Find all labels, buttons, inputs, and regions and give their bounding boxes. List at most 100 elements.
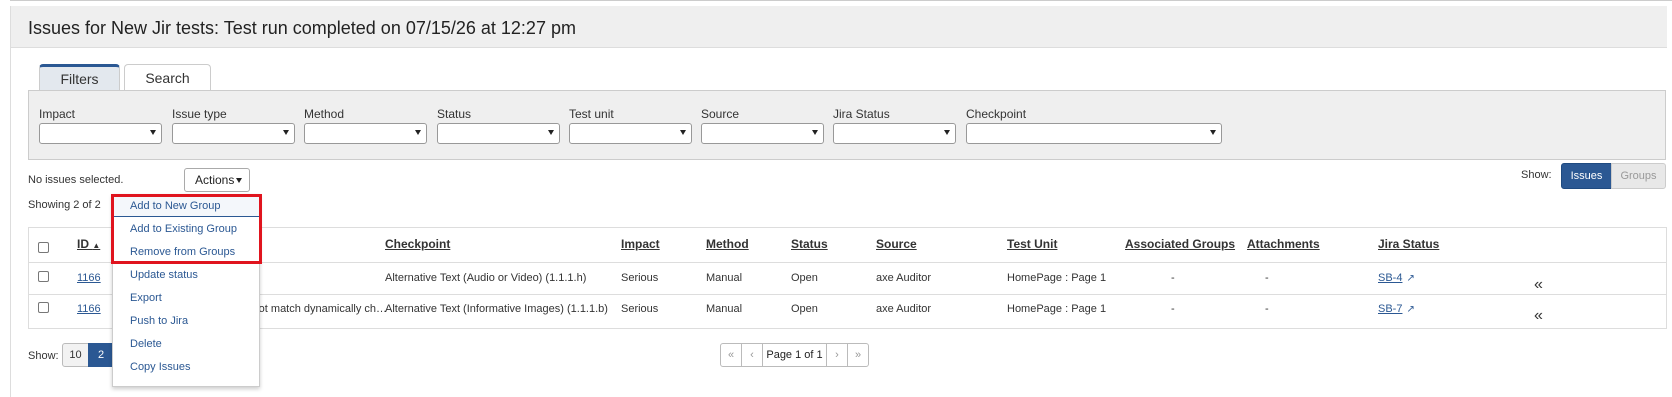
- menu-item-export[interactable]: Export: [113, 287, 259, 309]
- issue-test-unit: HomePage : Page 1: [1007, 303, 1107, 315]
- column-header-impact[interactable]: Impact: [621, 237, 660, 251]
- column-header-associated-groups[interactable]: Associated Groups: [1125, 237, 1235, 251]
- dropdown-caret-icon: [236, 178, 242, 183]
- page-size-10[interactable]: 10: [62, 343, 89, 367]
- issue-status: Open: [791, 303, 818, 315]
- issue-source: axe Auditor: [876, 303, 932, 315]
- actions-button-label: Actions: [195, 173, 235, 187]
- header-divider: [29, 262, 1666, 263]
- menu-item-delete[interactable]: Delete: [113, 333, 259, 355]
- last-page-button[interactable]: »: [847, 343, 869, 367]
- filter-label-method: Method: [304, 107, 345, 121]
- select-all-checkbox[interactable]: [38, 242, 49, 253]
- view-toggle-label: Show:: [1521, 169, 1552, 181]
- issue-description: s not match dynamically ch…: [244, 303, 388, 315]
- dropdown-caret-icon: [150, 130, 156, 135]
- collapse-row-icon[interactable]: «: [1534, 307, 1543, 325]
- filter-select-method[interactable]: [304, 123, 427, 144]
- dropdown-caret-icon: [1210, 130, 1216, 135]
- dropdown-caret-icon: [680, 130, 686, 135]
- tab-search[interactable]: Search: [124, 64, 211, 91]
- dropdown-caret-icon: [415, 130, 421, 135]
- column-header-status[interactable]: Status: [791, 237, 828, 251]
- filter-label-source: Source: [701, 107, 740, 121]
- issue-impact: Serious: [621, 303, 659, 315]
- menu-item-add-to-new-group[interactable]: Add to New Group: [113, 195, 259, 217]
- row-checkbox[interactable]: [38, 271, 49, 282]
- view-toggle-issues[interactable]: Issues: [1561, 163, 1612, 189]
- menu-item-remove-from-groups[interactable]: Remove from Groups: [113, 241, 259, 263]
- column-header-id[interactable]: ID ▲: [77, 237, 100, 251]
- dropdown-caret-icon: [812, 130, 818, 135]
- filter-label-impact: Impact: [39, 107, 76, 121]
- issue-id-link[interactable]: 1166: [77, 303, 101, 315]
- actions-menu: Add to New Group Add to Existing Group R…: [112, 194, 260, 387]
- filter-label-status: Status: [437, 107, 472, 121]
- first-page-button[interactable]: «: [720, 343, 742, 367]
- external-link-icon: ↗: [1406, 304, 1415, 315]
- issue-test-unit: HomePage : Page 1: [1007, 272, 1107, 284]
- column-header-source[interactable]: Source: [876, 237, 917, 251]
- tab-filters[interactable]: Filters: [39, 64, 120, 91]
- filter-select-impact[interactable]: [39, 123, 162, 144]
- jira-link[interactable]: SB-7 ↗: [1378, 303, 1415, 315]
- filter-label-jira-status: Jira Status: [833, 107, 890, 121]
- page-size-label: Show:: [28, 350, 59, 362]
- issue-method: Manual: [706, 272, 743, 284]
- jira-link-label: SB-7: [1378, 303, 1403, 315]
- collapse-row-icon[interactable]: «: [1534, 276, 1543, 294]
- issue-associated-groups: -: [1171, 272, 1175, 284]
- filters-panel: Impact Issue type Method Status Test uni…: [28, 90, 1666, 160]
- actions-button[interactable]: Actions: [184, 168, 250, 192]
- column-header-method[interactable]: Method: [706, 237, 749, 251]
- page-title: Issues for New Jir tests: Test run compl…: [28, 18, 576, 38]
- filter-select-checkpoint[interactable]: [966, 123, 1222, 144]
- page-indicator: Page 1 of 1: [762, 343, 827, 367]
- issue-method: Manual: [706, 303, 743, 315]
- filter-select-issue-type[interactable]: [172, 123, 295, 144]
- issue-source: axe Auditor: [876, 272, 932, 284]
- dropdown-caret-icon: [944, 130, 950, 135]
- selection-status: No issues selected.: [28, 174, 124, 186]
- issue-status: Open: [791, 272, 818, 284]
- issue-checkpoint: Alternative Text (Informative Images) (1…: [385, 303, 608, 315]
- next-page-button[interactable]: ›: [826, 343, 848, 367]
- menu-item-copy-issues[interactable]: Copy Issues: [113, 356, 259, 378]
- filter-select-test-unit[interactable]: [569, 123, 692, 144]
- filter-label-test-unit: Test unit: [569, 107, 614, 121]
- column-header-id-label: ID: [77, 237, 89, 251]
- dropdown-caret-icon: [283, 130, 289, 135]
- issues-table: ID ▲ Checkpoint Impact Method Status Sou…: [28, 227, 1667, 329]
- page-container: Issues for New Jir tests: Test run compl…: [10, 6, 1667, 397]
- issue-id-link[interactable]: 1166: [77, 272, 101, 284]
- external-link-icon: ↗: [1406, 273, 1415, 284]
- view-toggle-groups[interactable]: Groups: [1611, 163, 1666, 189]
- title-bar: Issues for New Jir tests: Test run compl…: [11, 6, 1667, 48]
- column-header-attachments[interactable]: Attachments: [1247, 237, 1320, 251]
- issue-associated-groups: -: [1171, 303, 1175, 315]
- issue-attachments: -: [1265, 303, 1269, 315]
- dropdown-caret-icon: [548, 130, 554, 135]
- row-checkbox[interactable]: [38, 302, 49, 313]
- issue-impact: Serious: [621, 272, 659, 284]
- jira-link-label: SB-4: [1378, 272, 1403, 284]
- jira-link[interactable]: SB-4 ↗: [1378, 272, 1415, 284]
- filter-select-source[interactable]: [701, 123, 824, 144]
- row-divider: [29, 294, 1666, 295]
- page-size-2[interactable]: 2: [88, 343, 114, 367]
- filter-label-checkpoint: Checkpoint: [966, 107, 1027, 121]
- column-header-jira-status[interactable]: Jira Status: [1378, 237, 1439, 251]
- filter-label-issue-type: Issue type: [172, 107, 227, 121]
- issue-attachments: -: [1265, 272, 1269, 284]
- menu-item-update-status[interactable]: Update status: [113, 264, 259, 286]
- column-header-test-unit[interactable]: Test Unit: [1007, 237, 1057, 251]
- issue-checkpoint: Alternative Text (Audio or Video) (1.1.1…: [385, 272, 587, 284]
- column-header-checkpoint[interactable]: Checkpoint: [385, 237, 450, 251]
- prev-page-button[interactable]: ‹: [741, 343, 763, 367]
- menu-item-add-to-existing-group[interactable]: Add to Existing Group: [113, 218, 259, 240]
- sort-ascending-icon: ▲: [92, 241, 101, 250]
- showing-count: Showing 2 of 2: [28, 199, 101, 211]
- filter-select-jira-status[interactable]: [833, 123, 956, 144]
- menu-item-push-to-jira[interactable]: Push to Jira: [113, 310, 259, 332]
- filter-select-status[interactable]: [437, 123, 560, 144]
